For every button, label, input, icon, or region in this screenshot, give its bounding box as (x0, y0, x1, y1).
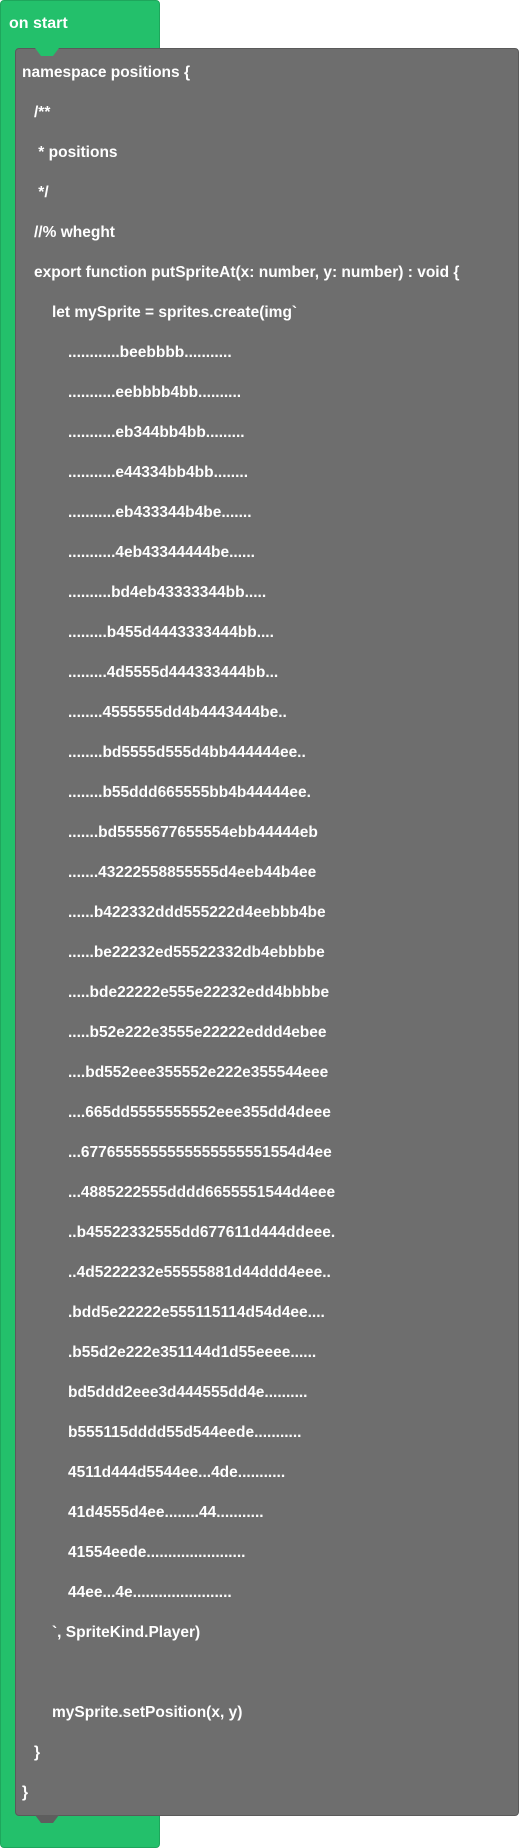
code-line: .........b455d4443333444bb.... (68, 624, 274, 641)
code-line: ...4885222555dddd6655551544d4eee (68, 1184, 336, 1201)
code-line: */ (34, 184, 49, 201)
code-line: ........bd5555d555d4bb444444ee.. (68, 744, 306, 761)
code-line: bd5ddd2eee3d444555dd4e.......... (68, 1384, 308, 1401)
code-line: .b55d2e222e351144d1d55eeee...... (68, 1344, 317, 1361)
code-line: } (22, 1784, 29, 1801)
code-line: * positions (34, 144, 118, 161)
javascript-code-block[interactable]: namespace positions { /** * positions */ /… (15, 48, 519, 1816)
code-line: .bdd5e22222e555115114d54d4ee.... (68, 1304, 325, 1321)
code-line: b555115dddd55d544eede........... (68, 1424, 302, 1441)
code-line: //% wheght (34, 224, 115, 241)
code-line: ...........eb344bb4bb......... (68, 424, 245, 441)
code-line: 41554eede....................... (68, 1544, 246, 1561)
code-line: ...........eb433344b4be....... (68, 504, 252, 521)
code-line: 44ee...4e....................... (68, 1584, 232, 1601)
code-line: .....bde22222e555e22232edd4bbbbe (68, 984, 330, 1001)
code-line: `, SpriteKind.Player) (52, 1624, 201, 1641)
code-line: ..........bd4eb43333344bb..... (68, 584, 267, 601)
code-line: let mySprite = sprites.create(img` (52, 304, 298, 321)
code-line: ........b55ddd665555bb4b44444ee. (68, 784, 311, 801)
code-line: mySprite.setPosition(x, y) (52, 1704, 243, 1721)
code-line: ..b45522332555dd677611d444ddeee. (68, 1224, 336, 1241)
on-start-label: on start (9, 15, 68, 32)
code-line: ......b422332ddd555222d4eebbb4be (68, 904, 326, 921)
code-line: namespace positions { (22, 64, 190, 81)
code-line: ..4d5222232e55555881d44ddd4eee.. (68, 1264, 331, 1281)
code-line: .....b52e222e3555e22222eddd4ebee (68, 1024, 327, 1041)
code-line: ...........eebbbb4bb.......... (68, 384, 242, 401)
code-line: .......bd5555677655554ebb44444eb (68, 824, 318, 841)
code-line: ....bd552eee355552e222e355544eee (68, 1064, 329, 1081)
code-line: ....665dd5555555552eee355dd4deee (68, 1104, 331, 1121)
code-line: ......be22232ed55522332db4ebbbbe (68, 944, 325, 961)
code-line: ...........e44334bb4bb........ (68, 464, 249, 481)
code-line: .......43222558855555d4eeb44b4ee (68, 864, 317, 881)
code-line: .........4d5555d444333444bb... (68, 664, 279, 681)
code-line: ...........4eb43344444be...... (68, 544, 255, 561)
code-line: export function putSpriteAt(x: number, y… (34, 264, 460, 281)
code-line: ............beebbbb........... (68, 344, 232, 361)
code-line: 4511d444d5544ee...4de........... (68, 1464, 286, 1481)
code-line: /** (34, 104, 51, 121)
code-line: } (34, 1744, 41, 1761)
code-line: 41d4555d4ee........44........... (68, 1504, 264, 1521)
code-line: ...6776555555555555555551554d4ee (68, 1144, 332, 1161)
code-line: ........4555555dd4b4443444be.. (68, 704, 287, 721)
